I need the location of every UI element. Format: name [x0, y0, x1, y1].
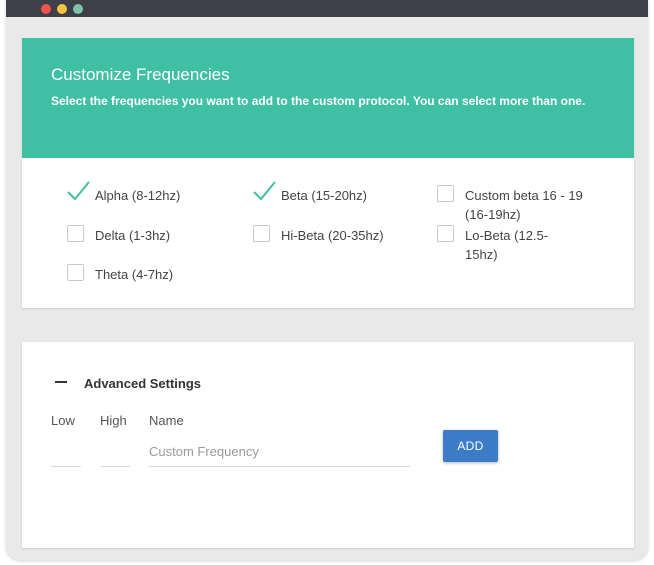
checkmark-icon	[253, 181, 276, 201]
checkbox[interactable]	[253, 225, 270, 242]
frequency-label: Delta (1-3hz)	[95, 228, 171, 243]
frequency-option-alpha[interactable]: Alpha (8-12hz)	[67, 181, 227, 207]
frequency-label: Custom beta 16 - 19 (16-19hz)	[465, 188, 583, 222]
name-input[interactable]	[149, 437, 409, 465]
low-input[interactable]	[51, 437, 81, 465]
checkbox[interactable]	[437, 225, 454, 242]
checkbox[interactable]	[67, 264, 84, 281]
frequencies-header: Customize Frequencies Select the frequen…	[22, 38, 634, 158]
frequency-option-theta[interactable]: Theta (4-7hz)	[67, 264, 227, 286]
low-input-underline	[51, 466, 81, 467]
window-maximize-dot[interactable]	[73, 4, 83, 14]
frequency-label: Beta (15-20hz)	[281, 188, 367, 203]
frequency-option-custom-beta[interactable]: Custom beta 16 - 19 (16-19hz)	[437, 185, 587, 222]
collapse-advanced-toggle[interactable]	[55, 381, 67, 383]
window-close-dot[interactable]	[41, 4, 51, 14]
frequency-option-lo-beta[interactable]: Lo-Beta (12.5-15hz)	[437, 225, 587, 262]
frequency-label: Hi-Beta (20-35hz)	[281, 228, 384, 243]
high-label: High	[100, 413, 127, 428]
checkbox[interactable]	[437, 185, 454, 202]
checkmark-icon	[67, 181, 90, 201]
name-label: Name	[149, 413, 184, 428]
header-title: Customize Frequencies	[51, 65, 230, 84]
frequency-label: Theta (4-7hz)	[95, 267, 174, 282]
frequencies-card: Customize Frequencies Select the frequen…	[22, 38, 634, 308]
high-input-underline	[100, 466, 130, 467]
frequency-option-delta[interactable]: Delta (1-3hz)	[67, 225, 227, 247]
app-window: Customize Frequencies Select the frequen…	[6, 0, 648, 560]
name-input-underline	[149, 466, 410, 467]
checkbox[interactable]	[67, 225, 84, 242]
frequency-option-beta[interactable]: Beta (15-20hz)	[253, 181, 413, 207]
header-description: Select the frequencies you want to add t…	[51, 94, 586, 108]
frequency-label: Lo-Beta (12.5-15hz)	[465, 228, 549, 262]
low-label: Low	[51, 413, 75, 428]
frequency-option-hi-beta[interactable]: Hi-Beta (20-35hz)	[253, 225, 423, 247]
window-minimize-dot[interactable]	[57, 4, 67, 14]
advanced-settings-title[interactable]: Advanced Settings	[84, 376, 201, 391]
add-button[interactable]: ADD	[443, 430, 498, 462]
high-input[interactable]	[100, 437, 130, 465]
frequency-label: Alpha (8-12hz)	[95, 188, 181, 203]
window-titlebar	[6, 0, 648, 17]
